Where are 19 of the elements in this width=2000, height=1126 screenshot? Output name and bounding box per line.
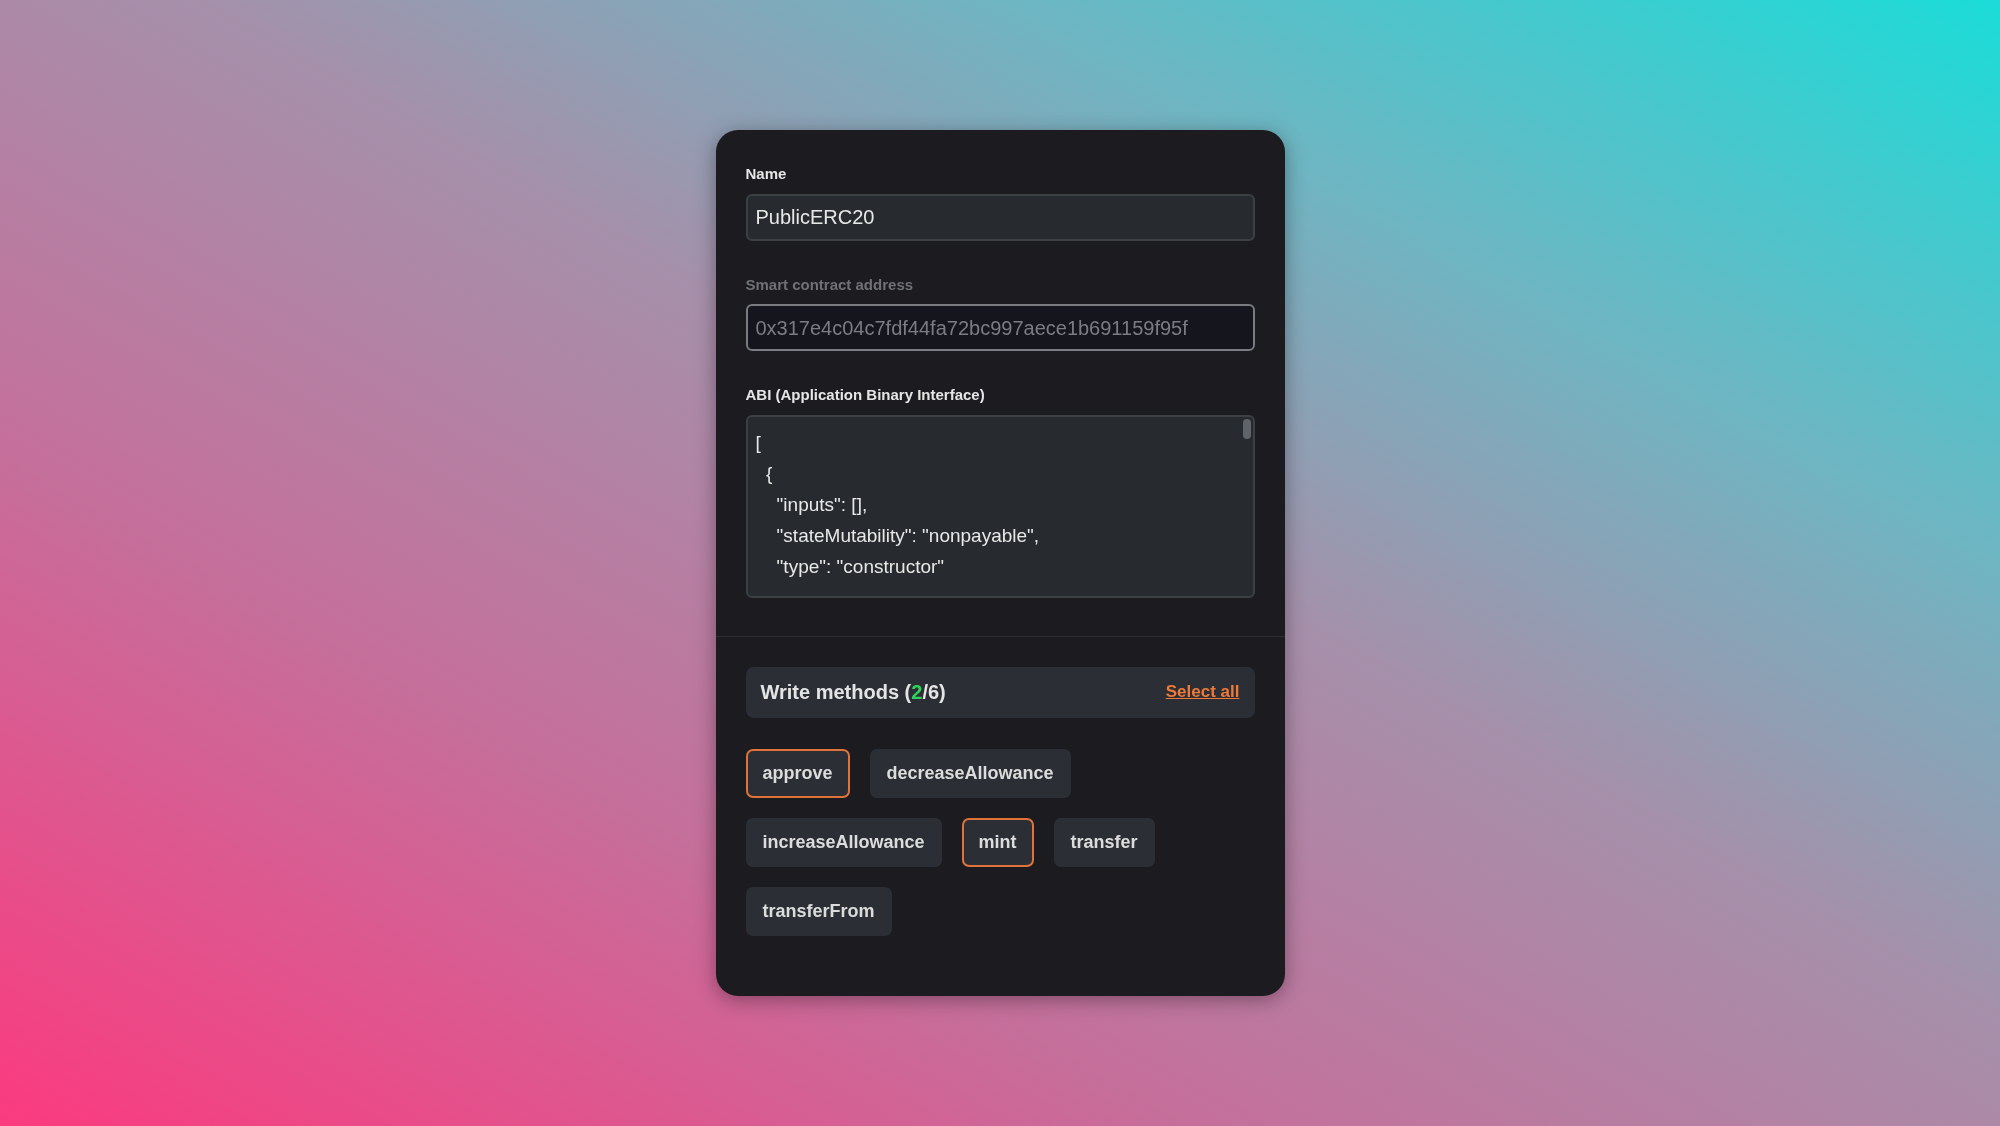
select-all-link[interactable]: Select all	[1165, 679, 1240, 705]
scrollbar-thumb[interactable]	[1242, 418, 1251, 439]
field-label: ABI (Application Binary Interface)	[745, 385, 986, 405]
method-chip[interactable]: transferFrom	[745, 886, 892, 936]
code-line: [	[755, 430, 761, 455]
field-label: Smart contract address	[745, 274, 915, 295]
code-line: {	[765, 461, 773, 486]
field-label: Name	[745, 164, 788, 184]
method-chip[interactable]: mint	[961, 817, 1034, 867]
text-field[interactable]: PublicERC20	[745, 193, 1255, 241]
code-line: "stateMutability": "nonpayable",	[775, 523, 1040, 548]
section-title: Write methods (2/6)	[760, 680, 946, 705]
code-line: "type": "constructor"	[775, 554, 945, 579]
method-chip[interactable]: decreaseAllowance	[869, 748, 1071, 798]
code-editor[interactable]: [ { "inputs": [], "stateMutability": "nonpayable", "type": "constructor"	[745, 414, 1255, 598]
method-chip[interactable]: increaseAllowance	[745, 817, 942, 867]
method-chip[interactable]: approve	[745, 748, 850, 798]
code-line: "inputs": [],	[775, 492, 868, 517]
method-chip[interactable]: transfer	[1053, 817, 1155, 867]
